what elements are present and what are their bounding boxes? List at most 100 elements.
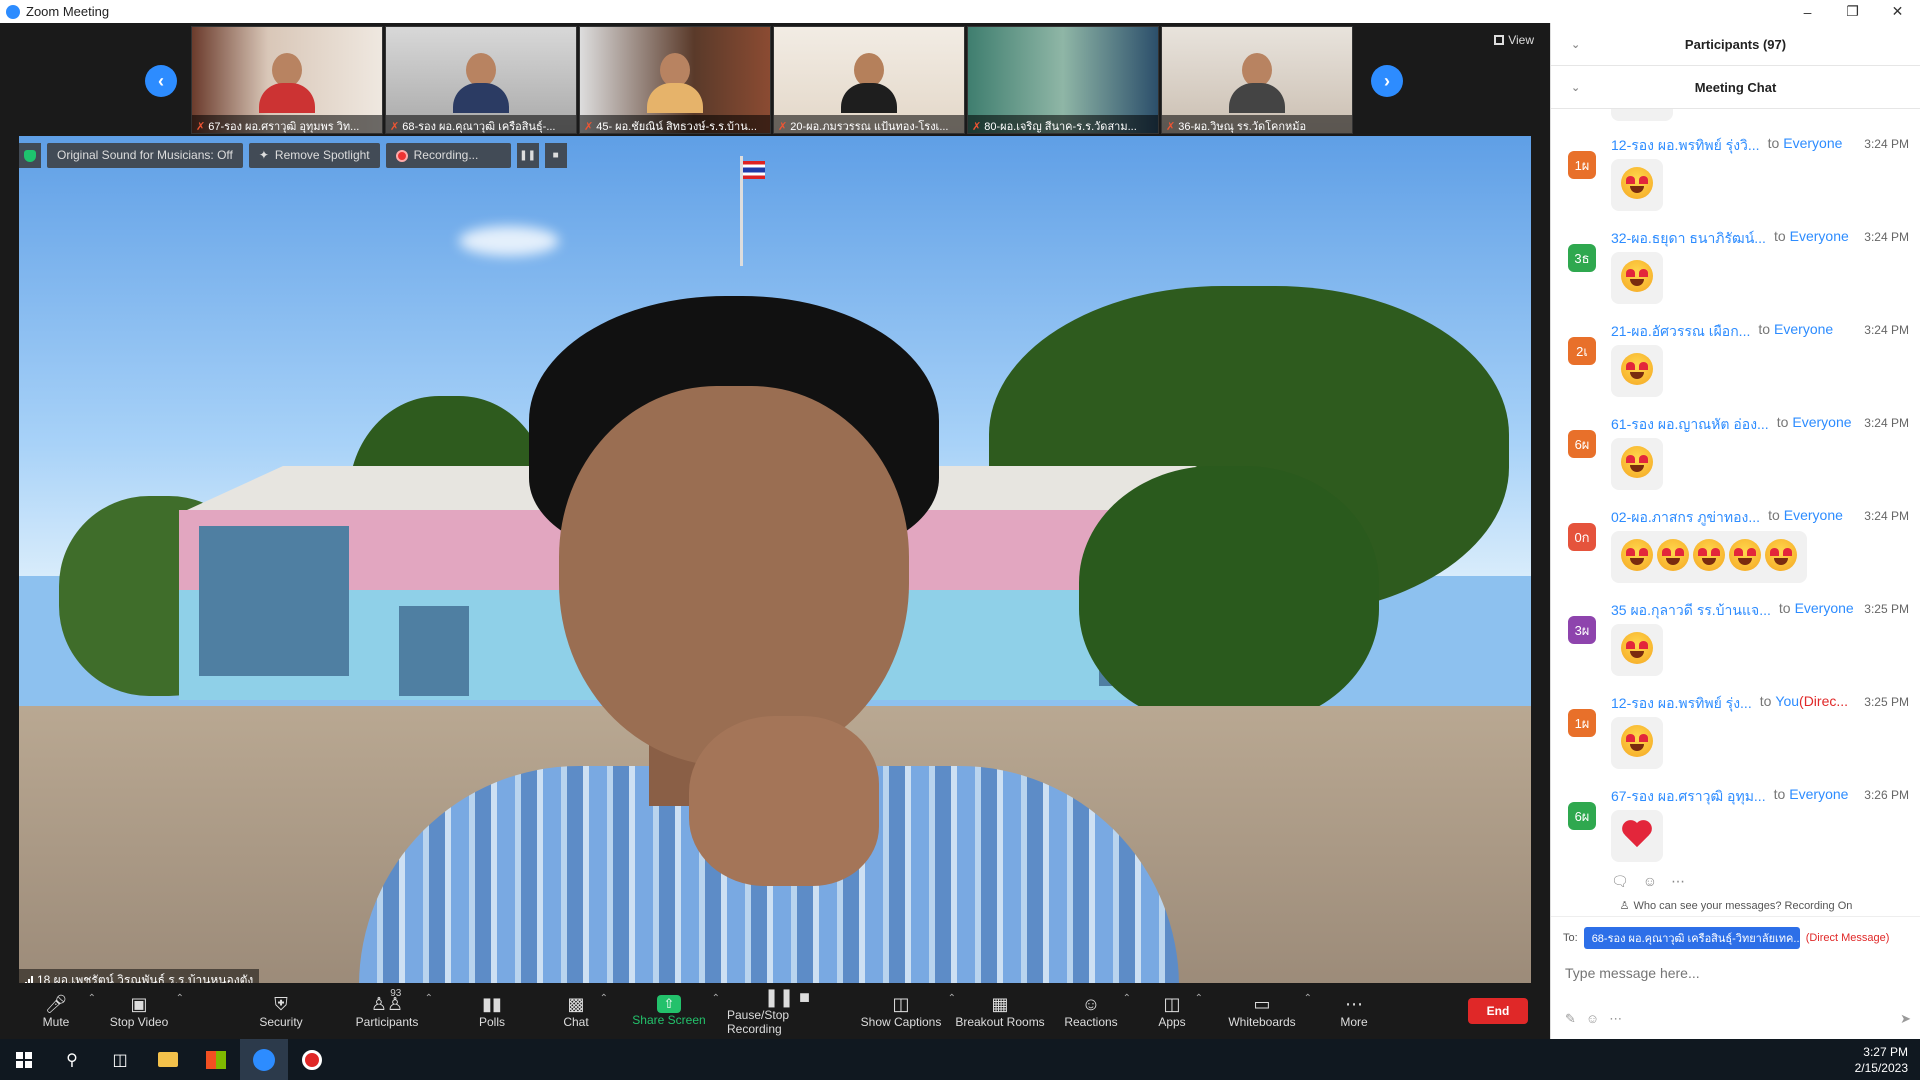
emoji-icon[interactable]: ☺ [1586,1011,1599,1027]
polls-button[interactable]: ▮▮ Polls [472,983,512,1039]
security-button[interactable]: ⛨ Security [255,983,307,1039]
pause-recording-button[interactable]: ❚❚ [516,143,539,168]
prev-page-button[interactable]: ‹ [145,65,177,97]
whiteboards-button[interactable]: ▭ Whiteboards ⌃ [1226,983,1312,1039]
sender-name[interactable]: 02-ผอ.ภาสกร ภูข่าทอง... [1611,507,1760,529]
sender-name[interactable]: 35 ผอ.กุลาวดี รร.บ้านแจ... [1611,600,1771,622]
sender-avatar[interactable]: 2เ [1568,337,1596,365]
add-reaction-icon[interactable]: ☺ [1643,873,1657,890]
reply-icon[interactable]: 🗨︎ [1611,873,1629,890]
participant-thumbnail[interactable]: ✗ 45- ผอ.ชัยณิน์ สิทธวงษ์-ร.ร.บ้าน... [579,26,771,134]
file-explorer-icon[interactable] [144,1039,192,1080]
message-bubble [1611,159,1663,211]
heart-emoji-icon [1621,818,1653,850]
message-bubble [1611,345,1663,397]
end-meeting-button[interactable]: End [1468,998,1528,1024]
chat-bubble-icon: ▩ [567,994,585,1014]
minimize-button[interactable]: – [1785,0,1830,23]
sender-avatar[interactable]: 3ผ [1568,616,1596,644]
reactions-button[interactable]: ☺ Reactions ⌃ [1064,983,1131,1039]
stop-recording-button[interactable]: ■ [544,143,567,168]
task-view-icon[interactable]: ◫ [96,1039,144,1080]
taskbar-clock[interactable]: 3:27 PM 2/15/2023 [1855,1044,1908,1076]
apps-options-caret[interactable]: ⌃ [1195,993,1203,1004]
participant-thumbnail[interactable]: ✗ 80-ผอ.เจริญ สีนาค-ร.ร.วัดสาม... [967,26,1159,134]
chat-privacy-notice[interactable]: ♙ Who can see your messages? Recording O… [1551,895,1920,917]
recorder-taskbar-icon[interactable] [288,1039,336,1080]
sender-name[interactable]: 12-รอง ผอ.พรทิพย์ รุ่งวิ... [1611,135,1760,157]
sender-name[interactable]: 67-รอง ผอ.ศราวุฒิ อุทุม... [1611,786,1766,808]
sender-avatar[interactable]: 6ผ [1568,430,1596,458]
format-text-icon[interactable]: ✎ [1565,1011,1576,1027]
more-button[interactable]: ⋯ More [1338,983,1370,1039]
sender-avatar[interactable]: 0ก [1568,523,1596,551]
participant-thumbnail[interactable]: ✗ 67-รอง ผอ.ศราวุฒิ อุทุมพร วิท... [191,26,383,134]
store-icon[interactable] [192,1039,240,1080]
chat-message [1551,109,1920,131]
participants-panel-header[interactable]: ⌄ Participants (97) [1551,23,1920,66]
stop-video-button[interactable]: ▣ Stop Video ⌃ [108,983,184,1039]
participant-thumbnail[interactable]: ✗ 68-รอง ผอ.คุณาวุฒิ เครือสินธุ์-... [385,26,577,134]
pause-stop-recording-button[interactable]: ❚❚ ■ Pause/Stop Recording [727,983,847,1039]
apps-button[interactable]: ◫ Apps ⌃ [1155,983,1203,1039]
heart-eyes-emoji-icon [1765,539,1797,571]
sender-name[interactable]: 12-รอง ผอ.พรทิพย์ รุ่ง... [1611,693,1752,715]
zoom-taskbar-icon[interactable] [240,1039,288,1080]
sender-name[interactable]: 61-รอง ผอ.ญาณหัต อ่อง... [1611,414,1769,436]
start-button[interactable] [0,1039,48,1080]
sender-avatar[interactable]: 6ผ [1568,802,1596,830]
side-panel: ⌄ Participants (97) ⌄ Meeting Chat 1ผ 12-… [1550,23,1920,1039]
remove-spotlight-button[interactable]: ✦ Remove Spotlight [248,143,380,168]
recipient-label: Everyone [1789,228,1849,244]
to-label: to [1759,693,1772,709]
chat-message-input[interactable] [1565,961,1905,985]
direct-label: (Direc... [1799,693,1849,709]
encryption-shield-icon[interactable] [19,143,41,168]
original-sound-button[interactable]: Original Sound for Musicians: Off [47,143,243,168]
thai-flag [743,161,765,179]
sender-avatar[interactable]: 1ผ [1568,151,1596,179]
send-icon[interactable]: ➤ [1900,1011,1911,1027]
recipient-select[interactable]: 68-รอง ผอ.คุณาวุฒิ เครือสินธุ์-วิทยาลัยเ… [1583,927,1800,949]
next-page-button[interactable]: › [1371,65,1403,97]
participant-figure [453,53,509,115]
chat-options-caret[interactable]: ⌃ [600,993,608,1004]
sender-name[interactable]: 21-ผอ.อัศวรรณ เผือก... [1611,321,1750,343]
sender-name[interactable]: 32-ผอ.ธยุดา ธนาภิรัฒน์... [1611,228,1766,250]
participant-name: 67-รอง ผอ.ศราวุฒิ อุทุมพร วิท... [208,121,360,133]
show-captions-button[interactable]: ◫ Show Captions ⌃ [860,983,956,1039]
heart-eyes-emoji-icon [1621,446,1653,478]
chevron-down-icon[interactable]: ⌄ [1571,38,1580,51]
to-label: to [1773,228,1786,244]
more-options-icon[interactable]: ⋯ [1609,1011,1622,1027]
participant-thumbnail[interactable]: ✗ 20-ผอ.ภมรวรรณ แป้นทอง-โรงเ... [773,26,965,134]
close-window-button[interactable]: ✕ [1875,0,1920,23]
participants-panel-title: Participants (97) [1684,36,1787,52]
share-options-caret[interactable]: ⌃ [712,993,720,1004]
view-button[interactable]: View [1494,33,1534,47]
chat-message: 6ผ 67-รอง ผอ.ศราวุฒิ อุทุม... to Everyone 3:… [1551,782,1920,869]
participant-thumbnail[interactable]: ✗ 36-ผอ.วิษณุ รร.วัดโคกหม้อ [1161,26,1353,134]
shield-icon: ⛨ [274,994,288,1014]
search-icon[interactable]: ⚲ [48,1039,96,1080]
share-screen-button[interactable]: ⇧ Share Screen ⌃ [632,983,720,1039]
chat-button[interactable]: ▩ Chat ⌃ [558,983,608,1039]
sender-avatar[interactable]: 1ผ [1568,709,1596,737]
participants-button[interactable]: ♙♙ Participants 93 ⌃ [355,983,433,1039]
chat-message-list[interactable]: 1ผ 12-รอง ผอ.พรทิพย์ รุ่งวิ... to Everyone 3… [1551,109,1920,869]
recipient-name: 68-รอง ผอ.คุณาวุฒิ เครือสินธุ์-วิทยาลัยเ… [1591,933,1800,945]
video-options-caret[interactable]: ⌃ [176,993,184,1004]
participant-strip: ‹ ✗ 67-รอง ผอ.ศราวุฒิ อุทุมพร วิท... ✗ 68-… [0,23,1550,136]
participants-options-caret[interactable]: ⌃ [425,993,433,1004]
breakout-rooms-button[interactable]: ▦ Breakout Rooms [955,983,1045,1039]
audio-options-caret[interactable]: ⌃ [88,993,96,1004]
restore-button[interactable]: ❐ [1830,0,1875,23]
chevron-down-icon[interactable]: ⌄ [1571,81,1580,94]
whiteboards-options-caret[interactable]: ⌃ [1304,993,1312,1004]
more-options-icon[interactable]: ⋯ [1671,873,1685,890]
mute-button[interactable]: 🎤︎ Mute ⌃ [30,983,96,1039]
sender-avatar[interactable]: 3ธ [1568,244,1596,272]
chat-panel-header[interactable]: ⌄ Meeting Chat [1551,66,1920,109]
reactions-options-caret[interactable]: ⌃ [1123,993,1131,1004]
meeting-status-bar: Original Sound for Musicians: Off ✦ Remov… [19,143,567,168]
